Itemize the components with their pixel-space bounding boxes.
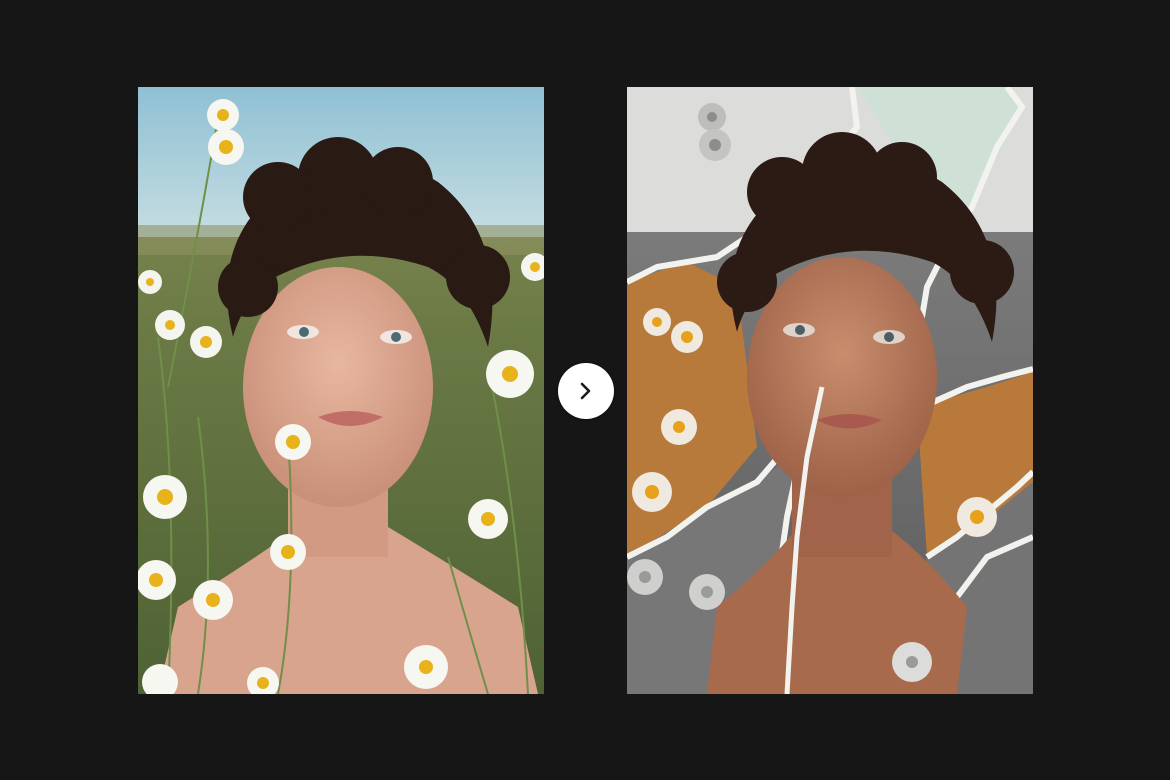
collage-photo xyxy=(627,87,1033,694)
compare-arrow-button[interactable] xyxy=(558,363,614,419)
chevron-right-icon xyxy=(580,382,591,400)
portrait-photo xyxy=(138,87,544,694)
before-image xyxy=(138,87,544,694)
after-image xyxy=(627,87,1033,694)
